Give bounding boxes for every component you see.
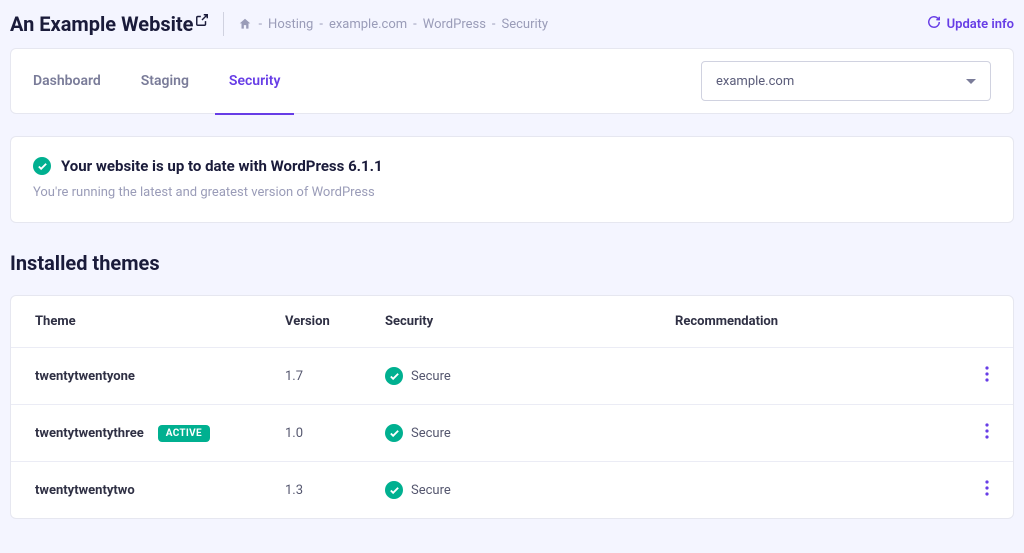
column-header-actions	[961, 296, 1013, 348]
dots-vertical-icon	[985, 423, 989, 439]
security-label: Secure	[411, 369, 451, 384]
page-header: An Example Website - Hosting - example.c…	[0, 0, 1024, 48]
check-circle-icon	[385, 367, 403, 385]
breadcrumb-separator: -	[258, 17, 262, 32]
tabs: Dashboard Staging Security	[33, 48, 701, 114]
breadcrumb-item[interactable]: WordPress	[423, 17, 486, 32]
tab-security[interactable]: Security	[229, 48, 281, 114]
theme-version: 1.7	[261, 348, 361, 405]
themes-table-card: Theme Version Security Recommendation tw…	[10, 295, 1014, 519]
column-header-version: Version	[261, 296, 361, 348]
tab-label: Dashboard	[33, 73, 101, 89]
row-actions-button[interactable]	[985, 423, 989, 439]
check-circle-icon	[385, 424, 403, 442]
status-title: Your website is up to date with WordPres…	[61, 157, 383, 175]
column-header-security: Security	[361, 296, 651, 348]
table-row: twentytwentyone 1.7 Secure	[11, 348, 1013, 405]
status-subtitle: You're running the latest and greatest v…	[33, 185, 991, 200]
tab-staging[interactable]: Staging	[141, 48, 189, 114]
table-row: twentytwentythreeACTIVE 1.0 Secure	[11, 405, 1013, 462]
site-selector[interactable]: example.com	[701, 61, 991, 101]
row-actions-button[interactable]	[985, 366, 989, 382]
recommendation-cell	[651, 462, 961, 519]
tab-label: Security	[229, 73, 281, 89]
breadcrumb-separator: -	[413, 17, 417, 32]
header-divider	[223, 12, 224, 36]
tab-label: Staging	[141, 73, 189, 89]
security-label: Secure	[411, 426, 451, 441]
security-label: Secure	[411, 483, 451, 498]
site-title[interactable]: An Example Website	[10, 12, 209, 36]
breadcrumb-item[interactable]: Security	[502, 17, 549, 32]
site-title-text: An Example Website	[10, 12, 193, 36]
column-header-theme: Theme	[11, 296, 261, 348]
breadcrumb-separator: -	[319, 17, 323, 32]
theme-name: twentytwentyone	[35, 369, 135, 384]
update-info-button[interactable]: Update info	[927, 15, 1014, 33]
breadcrumb-separator: -	[492, 17, 496, 32]
dots-vertical-icon	[985, 480, 989, 496]
row-actions-button[interactable]	[985, 480, 989, 496]
security-cell: Secure	[385, 367, 627, 385]
column-header-recommendation: Recommendation	[651, 296, 961, 348]
check-circle-icon	[33, 157, 51, 175]
themes-table: Theme Version Security Recommendation tw…	[11, 296, 1013, 518]
security-cell: Secure	[385, 424, 627, 442]
security-cell: Secure	[385, 481, 627, 499]
breadcrumb: - Hosting - example.com - WordPress - Se…	[238, 17, 926, 32]
theme-version: 1.3	[261, 462, 361, 519]
dots-vertical-icon	[985, 366, 989, 382]
check-circle-icon	[385, 481, 403, 499]
theme-version: 1.0	[261, 405, 361, 462]
section-title-themes: Installed themes	[10, 251, 1014, 275]
breadcrumb-item[interactable]: example.com	[329, 17, 407, 32]
recommendation-cell	[651, 348, 961, 405]
tabs-panel: Dashboard Staging Security example.com	[10, 48, 1014, 114]
update-info-label: Update info	[947, 17, 1014, 32]
active-badge: ACTIVE	[158, 425, 210, 442]
status-card: Your website is up to date with WordPres…	[10, 136, 1014, 223]
chevron-down-icon	[966, 79, 976, 84]
recommendation-cell	[651, 405, 961, 462]
tab-dashboard[interactable]: Dashboard	[33, 48, 101, 114]
breadcrumb-item[interactable]: Hosting	[268, 17, 313, 32]
theme-name: twentytwentytwo	[35, 483, 135, 498]
refresh-icon	[927, 15, 947, 33]
theme-name: twentytwentythreeACTIVE	[35, 425, 210, 442]
site-selected-value: example.com	[716, 74, 794, 89]
external-link-icon	[195, 13, 209, 31]
home-icon[interactable]	[238, 17, 252, 31]
table-row: twentytwentytwo 1.3 Secure	[11, 462, 1013, 519]
